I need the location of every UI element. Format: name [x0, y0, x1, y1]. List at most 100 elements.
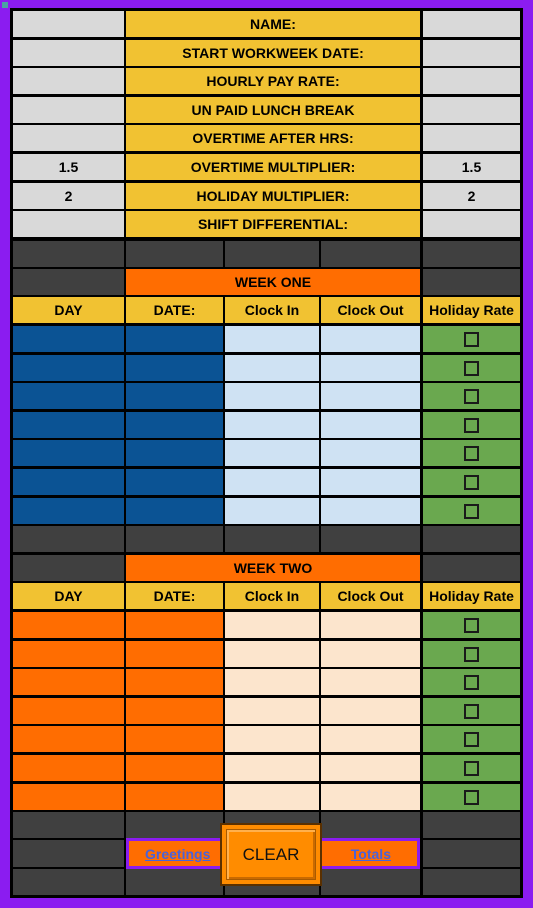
clock-in-cell[interactable] — [225, 726, 319, 752]
holiday-rate-cell[interactable] — [423, 383, 520, 409]
holiday-rate-cell[interactable] — [423, 469, 520, 495]
date-cell[interactable] — [126, 784, 223, 810]
day-cell[interactable] — [13, 355, 124, 381]
holiday-checkbox[interactable] — [464, 617, 479, 633]
clock-in-cell[interactable] — [225, 669, 319, 695]
holiday-checkbox[interactable] — [464, 360, 479, 376]
info-input-left[interactable] — [13, 97, 124, 123]
day-cell[interactable] — [13, 326, 124, 352]
clock-out-cell[interactable] — [321, 755, 420, 781]
clock-in-cell[interactable] — [225, 498, 319, 524]
holiday-checkbox[interactable] — [464, 760, 479, 776]
date-cell[interactable] — [126, 383, 223, 409]
date-cell[interactable] — [126, 469, 223, 495]
holiday-rate-cell[interactable] — [423, 698, 520, 724]
holiday-checkbox[interactable] — [464, 674, 479, 690]
holiday-rate-cell[interactable] — [423, 641, 520, 667]
clock-in-cell[interactable] — [225, 412, 319, 438]
info-input-left[interactable] — [13, 125, 124, 151]
day-cell[interactable] — [13, 440, 124, 466]
clock-in-cell[interactable] — [225, 326, 319, 352]
holiday-checkbox[interactable] — [464, 703, 479, 719]
date-cell[interactable] — [126, 755, 223, 781]
greetings-link[interactable]: Greetings — [145, 846, 210, 862]
clock-out-cell[interactable] — [321, 383, 420, 409]
date-cell[interactable] — [126, 726, 223, 752]
holiday-rate-cell[interactable] — [423, 326, 520, 352]
date-cell[interactable] — [126, 355, 223, 381]
holiday-rate-cell[interactable] — [423, 440, 520, 466]
date-cell[interactable] — [126, 612, 223, 638]
clock-in-cell[interactable] — [225, 641, 319, 667]
info-input-left[interactable] — [13, 211, 124, 237]
info-input-right[interactable] — [423, 211, 520, 237]
holiday-checkbox[interactable] — [464, 331, 479, 347]
day-cell[interactable] — [13, 726, 124, 752]
day-cell[interactable] — [13, 469, 124, 495]
holiday-checkbox[interactable] — [464, 417, 479, 433]
holiday-rate-cell[interactable] — [423, 498, 520, 524]
info-input-right[interactable] — [423, 125, 520, 151]
clock-out-cell[interactable] — [321, 698, 420, 724]
date-cell[interactable] — [126, 412, 223, 438]
date-cell[interactable] — [126, 641, 223, 667]
holiday-rate-cell[interactable] — [423, 412, 520, 438]
clock-in-cell[interactable] — [225, 698, 319, 724]
clock-out-cell[interactable] — [321, 412, 420, 438]
holiday-rate-cell[interactable] — [423, 355, 520, 381]
clock-out-cell[interactable] — [321, 469, 420, 495]
holiday-checkbox[interactable] — [464, 474, 479, 490]
info-input-right[interactable] — [423, 97, 520, 123]
clock-in-cell[interactable] — [225, 784, 319, 810]
clock-out-cell[interactable] — [321, 669, 420, 695]
clock-out-cell[interactable] — [321, 641, 420, 667]
date-cell[interactable] — [126, 440, 223, 466]
date-cell[interactable] — [126, 498, 223, 524]
day-cell[interactable] — [13, 383, 124, 409]
info-input-left[interactable]: 2 — [13, 183, 124, 209]
clock-out-cell[interactable] — [321, 326, 420, 352]
clock-in-cell[interactable] — [225, 755, 319, 781]
holiday-checkbox[interactable] — [464, 388, 479, 404]
clock-in-cell[interactable] — [225, 612, 319, 638]
day-cell[interactable] — [13, 755, 124, 781]
totals-link[interactable]: Totals — [351, 846, 391, 862]
day-cell[interactable] — [13, 498, 124, 524]
clock-in-cell[interactable] — [225, 355, 319, 381]
info-input-left[interactable]: 1.5 — [13, 154, 124, 180]
date-cell[interactable] — [126, 669, 223, 695]
holiday-rate-cell[interactable] — [423, 784, 520, 810]
holiday-rate-cell[interactable] — [423, 726, 520, 752]
clock-out-cell[interactable] — [321, 355, 420, 381]
info-input-left[interactable] — [13, 11, 124, 37]
holiday-checkbox[interactable] — [464, 503, 479, 519]
day-cell[interactable] — [13, 412, 124, 438]
holiday-checkbox[interactable] — [464, 789, 479, 805]
day-cell[interactable] — [13, 784, 124, 810]
clear-button[interactable]: CLEAR — [220, 823, 322, 886]
info-input-right[interactable]: 2 — [423, 183, 520, 209]
info-input-left[interactable] — [13, 68, 124, 94]
clock-in-cell[interactable] — [225, 383, 319, 409]
day-cell[interactable] — [13, 612, 124, 638]
clock-in-cell[interactable] — [225, 440, 319, 466]
clock-out-cell[interactable] — [321, 726, 420, 752]
holiday-checkbox[interactable] — [464, 445, 479, 461]
info-input-right[interactable]: 1.5 — [423, 154, 520, 180]
clock-out-cell[interactable] — [321, 612, 420, 638]
clock-out-cell[interactable] — [321, 784, 420, 810]
clock-in-cell[interactable] — [225, 469, 319, 495]
day-cell[interactable] — [13, 669, 124, 695]
info-input-right[interactable] — [423, 40, 520, 66]
info-input-right[interactable] — [423, 11, 520, 37]
holiday-checkbox[interactable] — [464, 731, 479, 747]
day-cell[interactable] — [13, 641, 124, 667]
info-input-right[interactable] — [423, 68, 520, 94]
info-input-left[interactable] — [13, 40, 124, 66]
day-cell[interactable] — [13, 698, 124, 724]
date-cell[interactable] — [126, 326, 223, 352]
holiday-rate-cell[interactable] — [423, 755, 520, 781]
holiday-rate-cell[interactable] — [423, 612, 520, 638]
holiday-checkbox[interactable] — [464, 646, 479, 662]
date-cell[interactable] — [126, 698, 223, 724]
